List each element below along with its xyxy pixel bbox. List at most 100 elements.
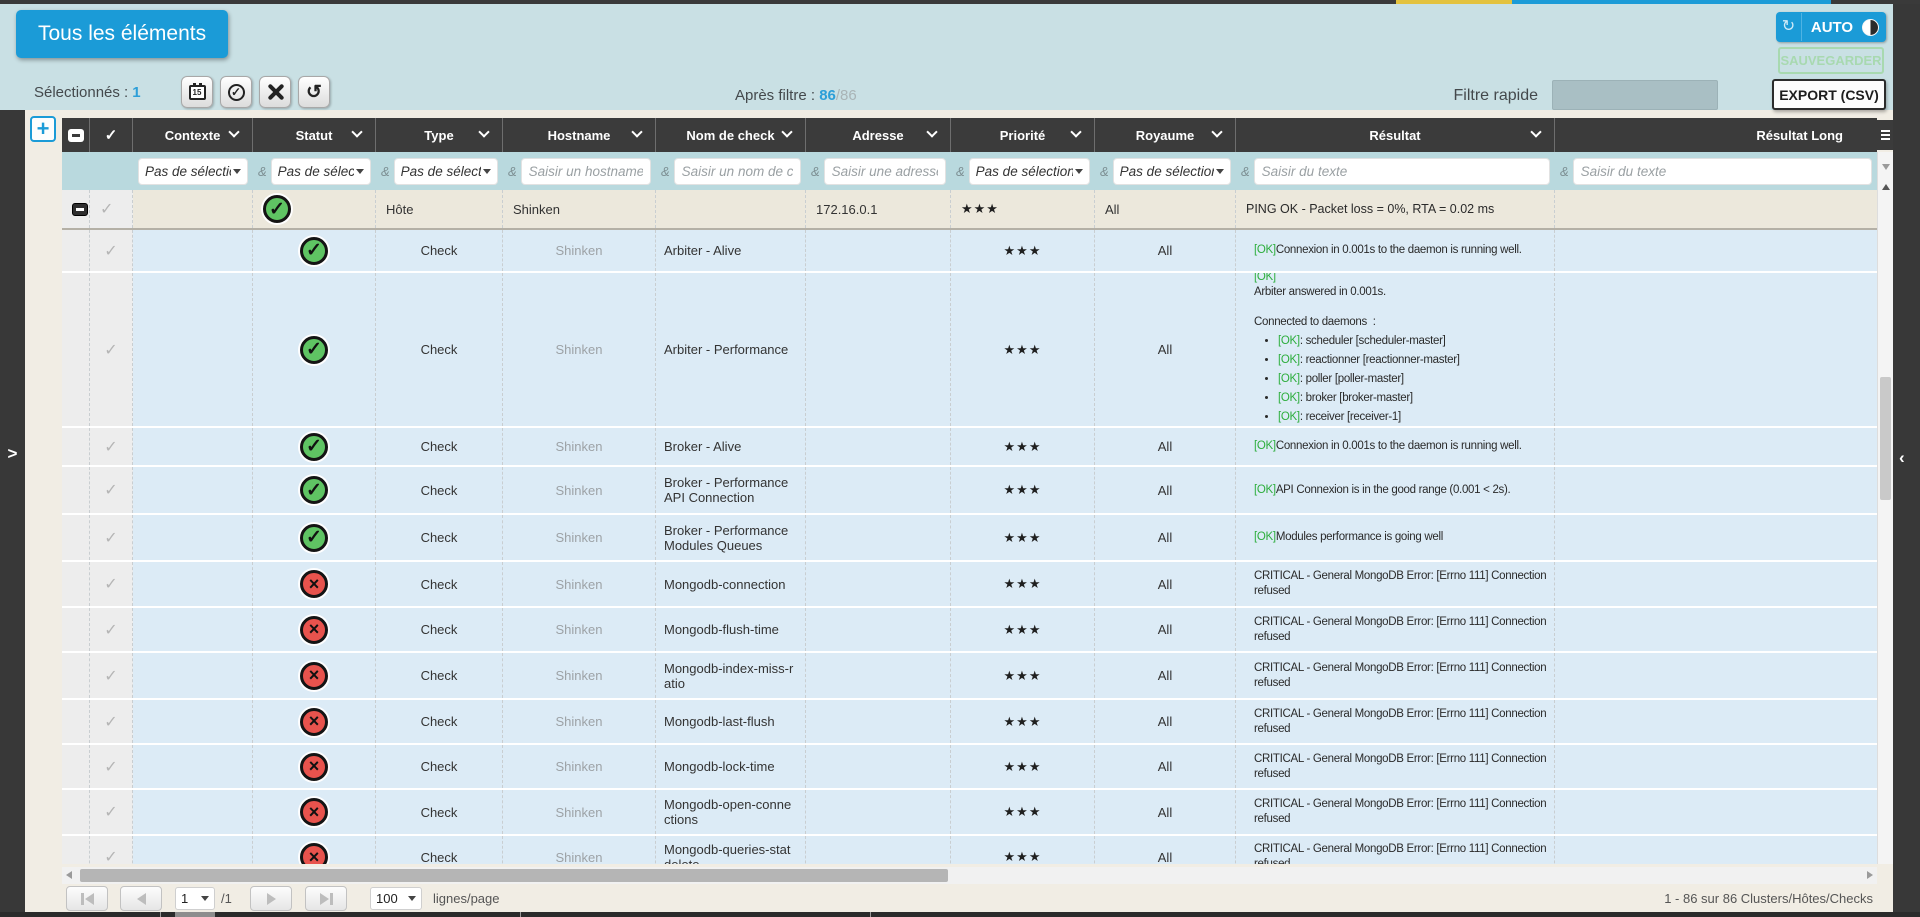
column-sort-chevron-icon[interactable] xyxy=(1211,126,1222,137)
cell-expander[interactable] xyxy=(62,273,90,426)
column-sort-chevron-icon[interactable] xyxy=(631,126,642,137)
header-collapse-all-cell[interactable] xyxy=(62,118,90,152)
expand-left-panel-arrow-icon[interactable]: > xyxy=(8,444,18,464)
filter-select[interactable]: Pas de sélection xyxy=(969,158,1090,185)
table-row[interactable]: ✓✓CheckShinkenBroker - Performance API C… xyxy=(62,467,1877,515)
column-header-statut[interactable]: Statut xyxy=(253,118,376,152)
column-sort-chevron-icon[interactable] xyxy=(926,126,937,137)
cell-expander[interactable] xyxy=(62,562,90,606)
cell-expander[interactable] xyxy=(62,836,90,864)
previous-page-button[interactable] xyxy=(120,886,162,911)
scroll-down-arrow-icon[interactable] xyxy=(1882,164,1890,170)
add-filter-button[interactable]: + xyxy=(30,116,56,142)
filter-text-input[interactable] xyxy=(1573,158,1872,185)
acknowledge-button[interactable]: ✓ xyxy=(220,76,252,108)
column-sort-chevron-icon[interactable] xyxy=(228,126,239,137)
table-row[interactable]: ✓✓CheckShinkenArbiter - Performance★★★Al… xyxy=(62,273,1877,428)
reset-button[interactable]: ↺ xyxy=(298,76,330,108)
schedule-calendar-button[interactable]: 15 xyxy=(181,76,213,108)
table-row[interactable]: ✓✓HôteShinken172.16.0.1★★★AllPING OK - P… xyxy=(62,190,1877,230)
cell-expander[interactable] xyxy=(62,230,90,271)
filter-select[interactable]: Pas de sélection xyxy=(271,158,371,185)
cell-row-checkbox[interactable]: ✓ xyxy=(90,836,133,864)
filter-text-input[interactable] xyxy=(1254,158,1550,185)
column-header-royaume[interactable]: Royaume xyxy=(1095,118,1236,152)
column-menu-button[interactable] xyxy=(1877,120,1894,150)
table-row[interactable]: ✓×CheckShinkenMongodb-index-miss-ratio★★… xyxy=(62,653,1877,700)
horizontal-scrollbar[interactable] xyxy=(62,867,1877,884)
column-header-priorit-[interactable]: Priorité xyxy=(951,118,1095,152)
column-header-r-sultat-long[interactable]: Résultat Long xyxy=(1555,118,1877,152)
column-header-adresse[interactable]: Adresse xyxy=(806,118,951,152)
vertical-scrollbar-thumb[interactable] xyxy=(1880,377,1891,500)
filter-text-input[interactable] xyxy=(521,158,651,185)
column-header-nom-de-check[interactable]: Nom de check xyxy=(656,118,806,152)
cell-row-checkbox[interactable]: ✓ xyxy=(90,790,133,834)
cell-row-checkbox[interactable]: ✓ xyxy=(90,745,133,788)
column-header-contexte[interactable]: Contexte xyxy=(133,118,253,152)
cell-expander[interactable] xyxy=(62,608,90,651)
table-row[interactable]: ✓×CheckShinkenMongodb-last-flush★★★AllCR… xyxy=(62,700,1877,745)
save-button[interactable]: SAUVEGARDER xyxy=(1778,47,1884,74)
collapse-right-panel-arrow-icon[interactable]: ‹ xyxy=(1899,448,1905,468)
column-header-hostname[interactable]: Hostname xyxy=(503,118,656,152)
table-row[interactable]: ✓×CheckShinkenMongodb-connection★★★AllCR… xyxy=(62,562,1877,608)
scroll-up-arrow-icon[interactable] xyxy=(1882,184,1890,190)
column-sort-chevron-icon[interactable] xyxy=(478,126,489,137)
column-header-type[interactable]: Type xyxy=(376,118,503,152)
auto-toggle-icon[interactable] xyxy=(1862,19,1879,36)
row-collapse-minus-icon[interactable] xyxy=(72,203,88,216)
cell-row-checkbox[interactable]: ✓ xyxy=(90,700,133,743)
filter-select[interactable]: Pas de sélection xyxy=(138,158,248,185)
cell-row-checkbox[interactable]: ✓ xyxy=(90,653,133,698)
table-row[interactable]: ✓×CheckShinkenMongodb-lock-time★★★AllCRI… xyxy=(62,745,1877,790)
next-page-button[interactable] xyxy=(250,886,292,911)
table-row[interactable]: ✓×CheckShinkenMongodb-open-connections★★… xyxy=(62,790,1877,836)
cell-expander[interactable] xyxy=(62,745,90,788)
cell-row-checkbox[interactable]: ✓ xyxy=(90,467,133,513)
cell-expander[interactable] xyxy=(62,467,90,513)
first-page-button[interactable] xyxy=(66,886,108,911)
column-header-r-sultat[interactable]: Résultat xyxy=(1236,118,1555,152)
cell-expander[interactable] xyxy=(62,653,90,698)
export-csv-button[interactable]: EXPORT (CSV) xyxy=(1772,79,1886,110)
table-row[interactable]: ✓✓CheckShinkenBroker - Performance Modul… xyxy=(62,515,1877,562)
horizontal-scrollbar-thumb[interactable] xyxy=(80,869,948,882)
cell-expander[interactable] xyxy=(62,190,90,228)
filter-text-input[interactable] xyxy=(824,158,946,185)
cell-row-checkbox[interactable]: ✓ xyxy=(90,428,133,465)
table-row[interactable]: ✓×CheckShinkenMongodb-flush-time★★★AllCR… xyxy=(62,608,1877,653)
cell-expander[interactable] xyxy=(62,790,90,834)
cell-row-checkbox[interactable]: ✓ xyxy=(90,273,133,426)
scroll-right-arrow-icon[interactable] xyxy=(1867,871,1873,879)
column-sort-chevron-icon[interactable] xyxy=(351,126,362,137)
column-sort-chevron-icon[interactable] xyxy=(1530,126,1541,137)
cell-expander[interactable] xyxy=(62,515,90,560)
quick-filter-input[interactable] xyxy=(1552,80,1718,110)
cell-row-checkbox[interactable]: ✓ xyxy=(90,190,133,228)
table-row[interactable]: ✓✓CheckShinkenArbiter - Alive★★★All[OK] … xyxy=(62,230,1877,273)
cell-row-checkbox[interactable]: ✓ xyxy=(90,562,133,606)
filter-select[interactable]: Pas de sélection xyxy=(394,158,498,185)
cell-row-checkbox[interactable]: ✓ xyxy=(90,515,133,560)
filter-select[interactable]: Pas de sélection xyxy=(1113,158,1231,185)
cell-expander[interactable] xyxy=(62,428,90,465)
column-sort-chevron-icon[interactable] xyxy=(1070,126,1081,137)
header-select-all-cell[interactable]: ✓ xyxy=(90,118,133,152)
cell-row-checkbox[interactable]: ✓ xyxy=(90,230,133,271)
last-page-button[interactable] xyxy=(305,886,347,911)
cell-row-checkbox[interactable]: ✓ xyxy=(90,608,133,651)
tools-button[interactable] xyxy=(259,76,291,108)
table-row[interactable]: ✓×CheckShinkenMongodb-queries-stat delet… xyxy=(62,836,1877,864)
auto-refresh-button[interactable]: ↻ AUTO xyxy=(1776,12,1886,42)
cell-expander[interactable] xyxy=(62,700,90,743)
scroll-left-arrow-icon[interactable] xyxy=(66,871,72,879)
cell-type: Check xyxy=(376,467,503,513)
per-page-select[interactable]: 100 xyxy=(370,887,422,910)
filter-text-input[interactable] xyxy=(674,158,801,185)
table-row[interactable]: ✓✓CheckShinkenBroker - Alive★★★All[OK] C… xyxy=(62,428,1877,467)
vertical-scrollbar[interactable] xyxy=(1877,152,1893,864)
column-sort-chevron-icon[interactable] xyxy=(781,126,792,137)
all-elements-button[interactable]: Tous les éléments xyxy=(16,10,228,58)
page-select[interactable]: 1 xyxy=(175,887,215,910)
